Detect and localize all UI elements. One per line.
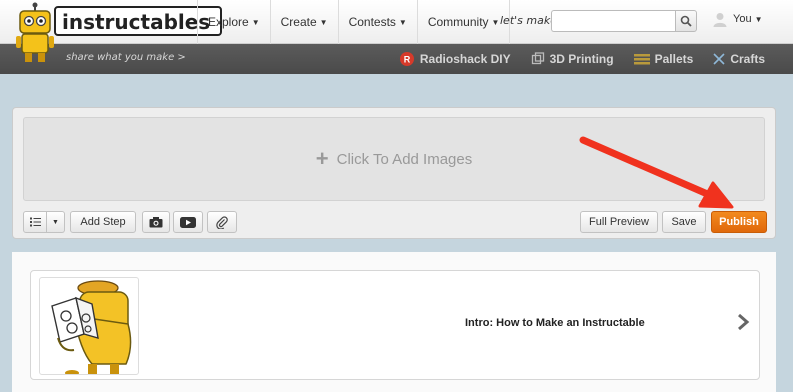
step-title: Intro: How to Make an Instructable [465,317,645,329]
list-icon [29,217,41,227]
crafts-icon [713,53,725,65]
top-header: instructables Explore ▼ Create ▼ Contests ▼… [0,0,793,44]
caret-down-icon: ▼ [398,17,407,27]
3d-printing-icon [531,52,545,66]
search-icon [680,15,692,27]
nav-contests-label: Contests [348,15,396,29]
channel-label: Radioshack DIY [419,52,511,66]
add-images-dropzone[interactable]: + Click To Add Images [23,117,765,201]
nav-explore-label: Explore [208,15,249,29]
add-step-button[interactable]: Add Step [70,211,136,233]
save-button[interactable]: Save [662,211,706,233]
nav-create-label: Create [280,15,317,29]
channel-crafts[interactable]: Crafts [713,52,765,66]
tagline[interactable]: share what you make > [66,52,186,63]
list-view-button[interactable] [23,211,47,233]
nav-explore[interactable]: Explore ▼ [197,0,270,44]
channel-bar: share what you make > R Radioshack DIY 3… [0,44,793,74]
channel-label: Crafts [730,52,765,66]
add-images-label: Click To Add Images [336,150,473,168]
channel-3d-printing[interactable]: 3D Printing [531,52,614,66]
channel-list: R Radioshack DIY 3D Printing Pallets Cra… [399,44,765,74]
editor-panel: + Click To Add Images ▼ Add Step Full Pr… [12,107,776,239]
pallets-icon [633,53,650,65]
user-label: You [733,13,752,25]
video-icon [180,216,196,228]
svg-text:R: R [404,55,411,65]
search-button[interactable] [675,10,697,32]
channel-pallets[interactable]: Pallets [633,52,694,66]
channel-label: Pallets [654,52,694,66]
nav-community[interactable]: Community ▼ [416,0,511,44]
add-video-button[interactable] [173,211,203,233]
nav-community-label: Community [427,15,489,29]
step-thumbnail[interactable] [39,277,139,375]
paperclip-icon [216,215,228,229]
chevron-right-icon[interactable] [736,312,750,332]
caret-down-icon: ▼ [754,14,763,24]
plus-icon: + [315,146,329,171]
radioshack-icon: R [399,51,415,67]
lets-make-label: let's make [500,14,557,27]
robot-logo-icon[interactable] [12,2,58,64]
add-photo-button[interactable] [142,211,170,233]
search-input[interactable] [551,10,675,32]
nav-create[interactable]: Create ▼ [269,0,338,44]
main-nav: Explore ▼ Create ▼ Contests ▼ Community ▼ [197,0,511,44]
user-avatar-icon [713,13,727,27]
nav-contests[interactable]: Contests ▼ [337,0,417,44]
full-preview-button[interactable]: Full Preview [580,211,658,233]
list-dropdown-button[interactable]: ▼ [47,211,65,233]
camera-icon [149,216,163,227]
caret-down-icon: ▼ [491,17,500,27]
user-menu[interactable]: You ▼ [712,11,762,27]
channel-radioshack-diy[interactable]: R Radioshack DIY [399,51,511,67]
caret-down-icon: ▼ [52,218,59,226]
attach-file-button[interactable] [207,211,237,233]
caret-down-icon: ▼ [319,17,328,27]
caret-down-icon: ▼ [251,17,260,27]
channel-label: 3D Printing [549,52,614,66]
robot-reading-icon [51,280,132,374]
publish-button[interactable]: Publish [711,211,767,233]
step-card-intro[interactable]: Intro: How to Make an Instructable [30,270,760,380]
